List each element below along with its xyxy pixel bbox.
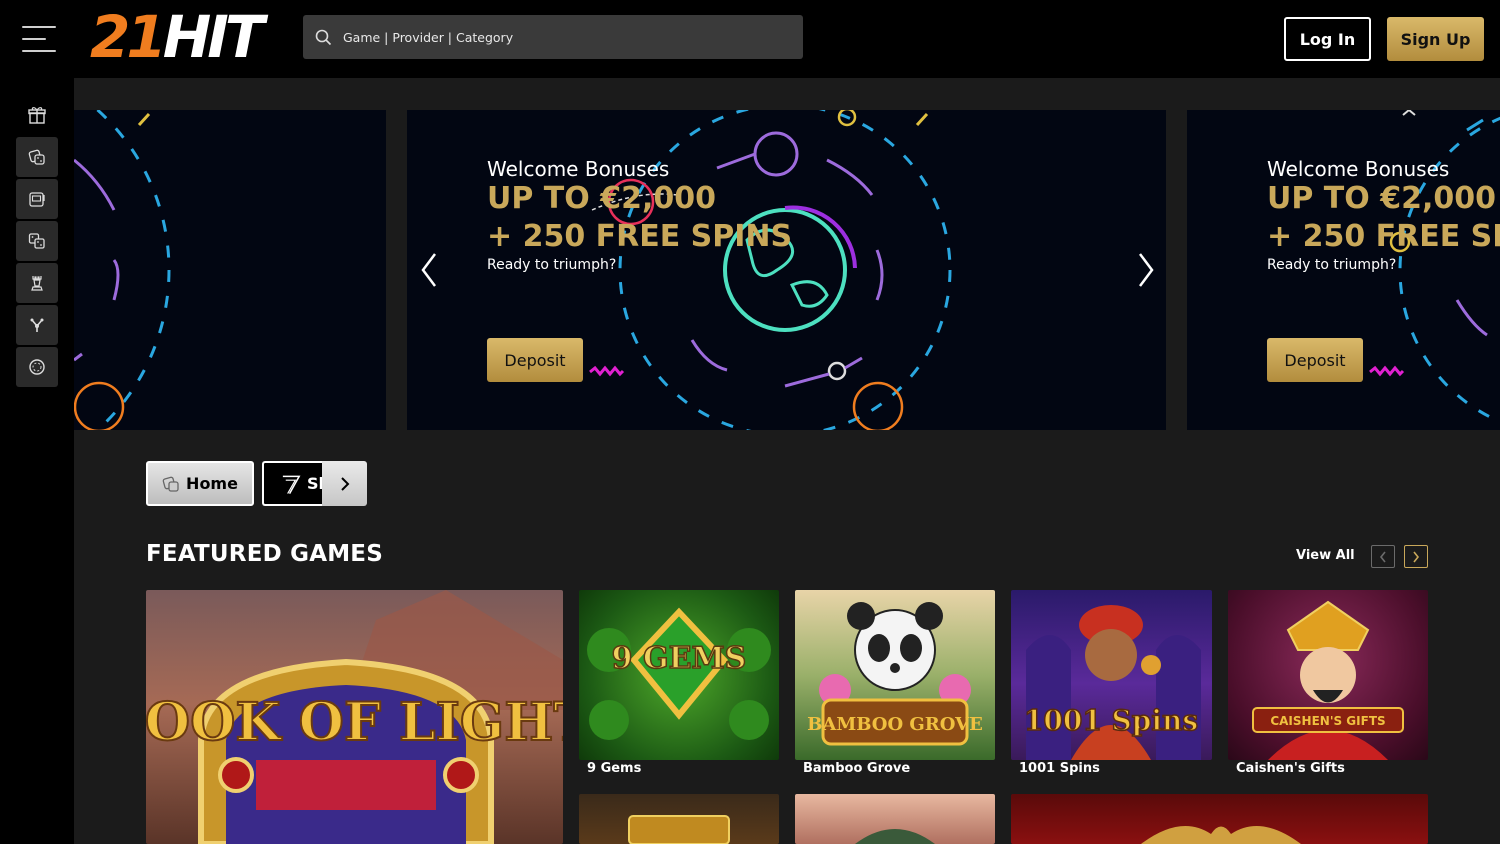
- tabs-next-button[interactable]: [322, 461, 367, 506]
- section-title: FEATURED GAMES: [146, 541, 383, 567]
- game-art-title: 1001 Spins: [1024, 704, 1198, 737]
- dice-pair-icon: [28, 233, 45, 249]
- view-all-link[interactable]: View All: [1296, 548, 1355, 563]
- chevron-right-icon: [1413, 551, 1420, 562]
- signup-button[interactable]: Sign Up: [1387, 17, 1484, 61]
- game-thumbnail: 9 GEMS: [587, 607, 771, 740]
- game-name[interactable]: 9 Gems: [587, 761, 641, 776]
- promo-headline-2: + 250 FREE SP: [1267, 219, 1500, 254]
- tab-home-label: Home: [186, 474, 238, 493]
- game-art-title: BOOK OF LIGHT: [146, 692, 563, 753]
- page-root: { "header": { "logo_num": "21", "logo_te…: [0, 0, 1500, 844]
- game-name[interactable]: Caishen's Gifts: [1236, 761, 1345, 776]
- promo-slide-next[interactable]: Welcome Bonuses UP TO €2,000 + 250 FREE …: [1187, 110, 1500, 430]
- deposit-button[interactable]: Deposit: [1267, 338, 1363, 382]
- promo-title: Welcome Bonuses: [487, 157, 670, 181]
- dice-icon: [162, 476, 179, 492]
- game-thumbnail: BOOK OF LIGHT: [146, 590, 563, 844]
- game-tile[interactable]: [795, 794, 995, 844]
- login-button[interactable]: Log In: [1284, 17, 1371, 61]
- search-input[interactable]: [343, 15, 793, 59]
- game-thumbnail: 1001 Spins: [1023, 605, 1201, 760]
- promo-slide-prev[interactable]: [74, 110, 386, 430]
- sidebar: [0, 78, 74, 844]
- slide-decoration: [74, 110, 171, 430]
- game-tile-book-of-light[interactable]: BOOK OF LIGHT: [146, 590, 563, 844]
- tab-slots[interactable]: Sl: [262, 461, 324, 506]
- chevron-right-icon: [340, 476, 349, 491]
- promo-subtitle: Ready to triumph?: [1267, 257, 1397, 273]
- promo-carousel: Welcome Bonuses UP TO €2,000 + 250 FREE …: [74, 78, 1500, 453]
- sidebar-item-other[interactable]: [16, 347, 58, 387]
- chevron-right-icon: [1139, 253, 1154, 287]
- chess-piece-icon: [31, 276, 43, 291]
- promo-subtitle: Ready to triumph?: [487, 257, 617, 273]
- promo-headline-2: + 250 FREE SPINS: [487, 219, 793, 254]
- game-name[interactable]: 1001 Spins: [1019, 761, 1100, 776]
- sidebar-item-sports[interactable]: [16, 305, 58, 345]
- featured-next-button[interactable]: [1404, 545, 1428, 568]
- game-thumbnail: CAISHEN'S GIFTS: [1252, 600, 1404, 760]
- promo-slide-current[interactable]: Welcome Bonuses UP TO €2,000 + 250 FREE …: [407, 110, 1166, 430]
- sidebar-item-slots[interactable]: [16, 179, 58, 219]
- game-tile-caishens-gifts[interactable]: CAISHEN'S GIFTS: [1228, 590, 1428, 760]
- game-art-title: BAMBOO GROVE: [807, 714, 983, 735]
- sidebar-item-table-games[interactable]: [16, 221, 58, 261]
- game-tile-9-gems[interactable]: 9 GEMS: [579, 590, 779, 760]
- sidebar-item-casino[interactable]: [16, 137, 58, 177]
- search-bar[interactable]: [303, 15, 803, 59]
- chevron-left-icon: [1379, 551, 1386, 562]
- menu-icon[interactable]: [22, 26, 56, 54]
- cards-icon: [30, 318, 44, 332]
- site-logo[interactable]: 21HIT: [90, 6, 266, 68]
- featured-prev-button[interactable]: [1371, 545, 1395, 568]
- game-name[interactable]: Bamboo Grove: [803, 761, 910, 776]
- top-header: 21HIT Log In Sign Up: [0, 0, 1500, 78]
- dice-icon: [28, 149, 45, 165]
- sidebar-item-live[interactable]: [16, 263, 58, 303]
- gift-icon: [28, 107, 46, 124]
- chevron-left-icon: [421, 253, 436, 287]
- game-tile[interactable]: [579, 794, 779, 844]
- game-thumbnail: [855, 829, 935, 844]
- promo-title: Welcome Bonuses: [1267, 157, 1450, 181]
- game-thumbnail: BAMBOO GROVE: [807, 602, 983, 746]
- slot-machine-icon: [29, 192, 45, 207]
- sidebar-item-promotions[interactable]: [16, 95, 58, 135]
- game-thumbnail: [628, 815, 730, 844]
- game-tile[interactable]: [1011, 794, 1428, 844]
- seven-icon: [282, 475, 301, 494]
- game-art-title: CAISHEN'S GIFTS: [1270, 714, 1385, 728]
- game-art-title: 9 GEMS: [612, 641, 747, 676]
- chip-icon: [29, 359, 45, 375]
- game-thumbnail: [1141, 826, 1301, 844]
- game-tile-bamboo-grove[interactable]: BAMBOO GROVE: [795, 590, 995, 760]
- tab-home[interactable]: Home: [146, 461, 254, 506]
- search-icon: [315, 29, 332, 46]
- game-tile-1001-spins[interactable]: 1001 Spins: [1011, 590, 1212, 760]
- carousel-next-button[interactable]: [1131, 250, 1161, 290]
- carousel-prev-button[interactable]: [414, 250, 444, 290]
- promo-headline-1: UP TO €2,000: [1267, 181, 1496, 216]
- deposit-button[interactable]: Deposit: [487, 338, 583, 382]
- promo-headline-1: UP TO €2,000: [487, 181, 716, 216]
